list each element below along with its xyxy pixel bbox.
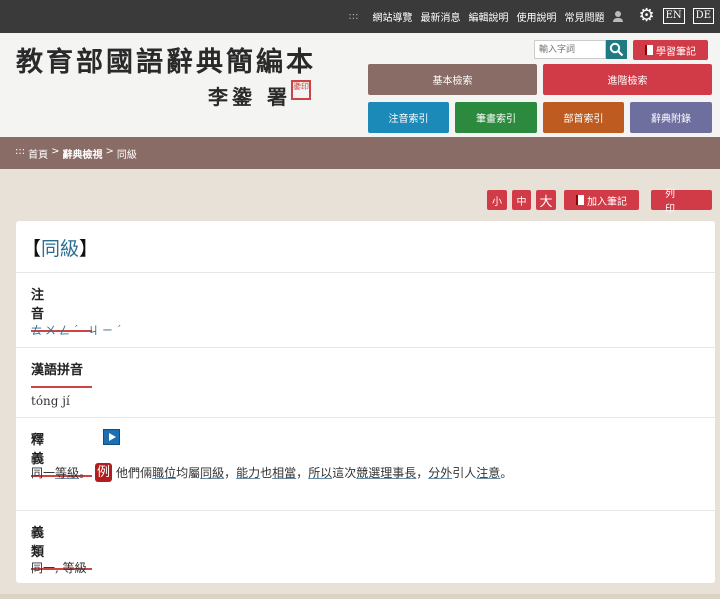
bracket-close: 】: [79, 238, 99, 260]
ex-text: 他們倆: [116, 466, 153, 480]
lang-de-button[interactable]: DE: [692, 8, 714, 24]
gear-icon[interactable]: ⚙: [638, 7, 654, 25]
top-nav: ::: 網站導覽 最新消息 編輯說明 使用說明 常見問題 ⚙ EN DE: [348, 7, 714, 25]
ex-text: 這次: [332, 466, 357, 480]
font-large-button[interactable]: 大: [536, 190, 556, 210]
ex-link[interactable]: 相當: [272, 466, 296, 480]
logo-signature: 李鍌 署: [208, 85, 291, 109]
ex-link[interactable]: 同級: [200, 466, 224, 480]
header: 教育部國語辭典簡編本 李鍌 署 鍌印 學習筆記 基本檢索 進階檢索 注音索引 筆…: [0, 33, 720, 137]
seal-stamp: 鍌印: [291, 80, 311, 100]
ex-text: ，: [416, 466, 429, 480]
ex-text: 。: [500, 466, 513, 480]
def-link-dengji[interactable]: 等級: [55, 464, 79, 481]
definition-text: 同一 等級 。 例 他們倆職位均屬同級，能力也相當，所以這次競選理事長，分外引人…: [31, 463, 512, 482]
notebook-icon: [576, 195, 584, 205]
ex-link[interactable]: 理事長: [380, 466, 416, 480]
topnav-faq[interactable]: 常見問題: [564, 9, 604, 24]
breadcrumb-dots[interactable]: :::: [15, 146, 25, 161]
divider: [16, 347, 715, 348]
appendix-button[interactable]: 辭典附錄: [630, 102, 712, 133]
ex-link[interactable]: 分外: [428, 466, 452, 480]
zhuyin-value: ㄊㄨㄥˊ ㄐㄧˊ: [31, 324, 125, 337]
learning-notes-label: 學習筆記: [656, 46, 696, 58]
breadcrumb-bar: ::: 首頁 > 辭典檢視 > 同級: [0, 137, 720, 169]
breadcrumb-separator: >: [105, 146, 114, 157]
add-note-label: 加入筆記: [587, 196, 627, 208]
breadcrumb-home[interactable]: 首頁: [28, 146, 48, 161]
ex-link[interactable]: 職位: [152, 466, 176, 480]
synonyms-value: 同一, 等級: [31, 561, 87, 575]
breadcrumb-view[interactable]: 辭典檢視: [63, 146, 103, 161]
top-bar: ::: 網站導覽 最新消息 編輯說明 使用說明 常見問題 ⚙ EN DE: [0, 0, 720, 33]
ex-link[interactable]: 注意: [476, 466, 500, 480]
notebook-icon: [645, 45, 653, 55]
accesskey-dots[interactable]: :::: [348, 11, 358, 22]
breadcrumb-current: 同級: [116, 150, 137, 161]
ex-text: 也: [260, 466, 273, 480]
ex-text: ，: [296, 466, 309, 480]
font-medium-button[interactable]: 中: [512, 190, 531, 210]
topnav-help[interactable]: 使用說明: [516, 9, 556, 24]
add-note-button[interactable]: 加入筆記: [564, 190, 639, 210]
ex-text: 引人: [452, 466, 477, 480]
page-bottom: [0, 594, 720, 599]
topnav-editorial[interactable]: 編輯說明: [468, 9, 508, 24]
play-audio-icon[interactable]: [103, 429, 120, 445]
font-small-button[interactable]: 小: [487, 190, 507, 210]
divider: [16, 272, 715, 273]
ex-text: 均屬: [176, 466, 201, 480]
print-button[interactable]: 列印: [651, 189, 712, 215]
radical-index-button[interactable]: 部首索引: [543, 102, 624, 133]
example-badge-icon: 例: [95, 463, 113, 482]
site-logo-title[interactable]: 教育部國語辭典簡編本: [16, 40, 316, 79]
pinyin-section-title: 漢語拼音: [31, 359, 92, 388]
ex-text: ，: [224, 466, 237, 480]
basic-search-button[interactable]: 基本檢索: [368, 64, 537, 95]
entry-heading: 【同級】: [22, 234, 98, 261]
bracket-open: 【: [22, 238, 42, 260]
topnav-sitemap[interactable]: 網站導覽: [372, 9, 412, 24]
search-button[interactable]: [606, 40, 627, 59]
topnav-news[interactable]: 最新消息: [420, 9, 460, 24]
divider: [16, 417, 715, 418]
breadcrumb: ::: 首頁 > 辭典檢視 > 同級: [15, 146, 137, 161]
stroke-index-button[interactable]: 筆畫索引: [455, 102, 537, 133]
search-icon: [609, 42, 624, 57]
entry-card: 【同級】 注音 ㄊㄨㄥˊ ㄐㄧˊ 漢語拼音 tóng jí 釋義 同一 等級 。…: [16, 221, 715, 583]
pinyin-value: tóng jí: [31, 394, 70, 408]
breadcrumb-separator: >: [51, 146, 60, 157]
ex-link[interactable]: 所以: [308, 466, 332, 480]
example-text: 他們倆職位均屬同級，能力也相當，所以這次競選理事長，分外引人注意。: [116, 464, 512, 481]
user-icon[interactable]: [612, 10, 624, 22]
lang-en-button[interactable]: EN: [662, 8, 685, 24]
ex-link[interactable]: 競選: [356, 466, 380, 480]
def-prefix: 同一: [31, 466, 56, 480]
def-period: 。: [79, 466, 92, 480]
entry-word: 同級: [41, 238, 80, 260]
divider: [16, 510, 715, 511]
zhuyin-index-button[interactable]: 注音索引: [368, 102, 449, 133]
ex-link[interactable]: 能力: [236, 466, 260, 480]
learning-notes-button[interactable]: 學習筆記: [633, 40, 708, 60]
search-input[interactable]: [534, 40, 606, 59]
advanced-search-button[interactable]: 進階檢索: [543, 64, 712, 95]
